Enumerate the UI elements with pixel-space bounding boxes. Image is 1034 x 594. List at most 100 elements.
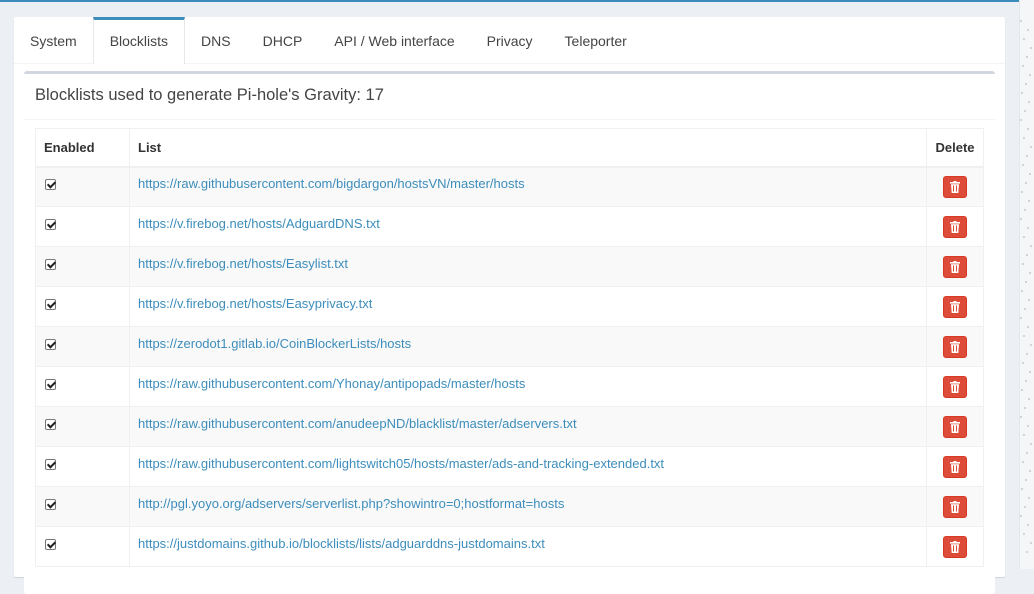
texture-dot (1029, 173, 1031, 175)
cell-enabled (35, 486, 130, 527)
enabled-checkbox[interactable] (45, 459, 56, 471)
enabled-checkbox[interactable] (45, 179, 56, 191)
box-title: Blocklists used to generate Pi-hole's Gr… (35, 86, 384, 104)
trash-icon (950, 300, 960, 313)
texture-dot (1021, 389, 1023, 391)
blocklists-box: Blocklists used to generate Pi-hole's Gr… (24, 71, 995, 594)
table-row: https://v.firebog.net/hosts/Easylist.txt (35, 246, 984, 287)
delete-button[interactable] (943, 535, 967, 558)
tab-blocklists[interactable]: Blocklists (92, 17, 186, 64)
texture-dot (1026, 155, 1028, 157)
texture-dot (1020, 218, 1022, 220)
header-list[interactable]: List (129, 128, 927, 168)
top-accent-line (0, 0, 1034, 2)
texture-dot (1023, 434, 1025, 436)
settings-panel: System Blocklists DNS DHCP API / Web interfa… (14, 17, 1005, 594)
texture-dot (1026, 254, 1028, 256)
blocklist-link[interactable]: https://raw.githubusercontent.com/lights… (138, 456, 664, 471)
table-row: https://raw.githubusercontent.com/anudee… (35, 406, 984, 447)
trash-icon (950, 460, 960, 473)
enabled-checkbox[interactable] (45, 379, 56, 391)
texture-dot (1027, 128, 1029, 130)
delete-button[interactable] (943, 495, 967, 518)
cell-list: https://v.firebog.net/hosts/AdguardDNS.t… (129, 206, 927, 247)
trash-icon (950, 180, 960, 193)
trash-icon (950, 380, 960, 393)
cell-list: https://v.firebog.net/hosts/Easylist.txt (129, 246, 927, 287)
tab-teleporter[interactable]: Teleporter (549, 17, 643, 63)
table-row: https://raw.githubusercontent.com/Yhonay… (35, 366, 984, 407)
enabled-checkbox[interactable] (45, 299, 56, 311)
cell-delete (926, 326, 984, 367)
cell-enabled (35, 286, 130, 327)
blocklist-link[interactable]: https://zerodot1.gitlab.io/CoinBlockerLi… (138, 336, 411, 351)
tab-dns[interactable]: DNS (185, 17, 247, 63)
delete-button[interactable] (943, 375, 967, 398)
tab-system[interactable]: System (14, 17, 93, 63)
texture-dot (1029, 371, 1031, 373)
texture-dot (1023, 38, 1025, 40)
texture-dot (1030, 542, 1032, 544)
cell-delete (926, 406, 984, 447)
texture-dot (1025, 83, 1027, 85)
texture-dot (1026, 452, 1028, 454)
blocklists-table: Enabled List Delete https://raw.githubus… (35, 128, 984, 567)
trash-icon (950, 220, 960, 233)
delete-button[interactable] (943, 335, 967, 358)
texture-dot (1023, 533, 1025, 535)
cell-enabled (35, 526, 130, 567)
texture-dot (1026, 551, 1028, 553)
cell-enabled (35, 326, 130, 367)
texture-dot (1023, 236, 1025, 238)
delete-button[interactable] (943, 175, 967, 198)
cell-delete (926, 486, 984, 527)
blocklist-link[interactable]: https://v.firebog.net/hosts/AdguardDNS.t… (138, 216, 380, 231)
enabled-checkbox[interactable] (45, 339, 56, 351)
delete-button[interactable] (943, 255, 967, 278)
header-delete: Delete (926, 128, 984, 168)
texture-dot (1029, 74, 1031, 76)
header-enabled[interactable]: Enabled (35, 128, 130, 168)
blocklist-link[interactable]: https://justdomains.github.io/blocklists… (138, 536, 545, 551)
tab-api-web-interface[interactable]: API / Web interface (318, 17, 470, 63)
enabled-checkbox[interactable] (45, 499, 56, 511)
texture-dot (1028, 200, 1030, 202)
texture-dot (1020, 515, 1022, 517)
trash-icon (950, 420, 960, 433)
blocklist-link[interactable]: https://raw.githubusercontent.com/anudee… (138, 416, 577, 431)
table-row: https://v.firebog.net/hosts/AdguardDNS.t… (35, 206, 984, 247)
delete-button[interactable] (943, 295, 967, 318)
texture-dot (1021, 488, 1023, 490)
texture-dot (1028, 101, 1030, 103)
cell-list: https://raw.githubusercontent.com/Yhonay… (129, 366, 927, 407)
texture-dot (1025, 182, 1027, 184)
table-row: https://zerodot1.gitlab.io/CoinBlockerLi… (35, 326, 984, 367)
tab-dhcp[interactable]: DHCP (247, 17, 319, 63)
blocklist-link[interactable]: https://raw.githubusercontent.com/bigdar… (138, 176, 525, 191)
blocklist-link[interactable]: https://v.firebog.net/hosts/Easyprivacy.… (138, 296, 372, 311)
enabled-checkbox[interactable] (45, 259, 56, 271)
cell-list: https://zerodot1.gitlab.io/CoinBlockerLi… (129, 326, 927, 367)
blocklist-link[interactable]: http://pgl.yoyo.org/adservers/serverlist… (138, 496, 564, 511)
cell-list: https://v.firebog.net/hosts/Easyprivacy.… (129, 286, 927, 327)
cell-delete (926, 366, 984, 407)
table-row: https://raw.githubusercontent.com/bigdar… (35, 166, 984, 207)
texture-dot (1027, 29, 1029, 31)
table-row: http://pgl.yoyo.org/adservers/serverlist… (35, 486, 984, 527)
texture-dot (1020, 20, 1022, 22)
texture-dot (1022, 65, 1024, 67)
table-row: https://justdomains.github.io/blocklists… (35, 526, 984, 567)
enabled-checkbox[interactable] (45, 419, 56, 431)
texture-dot (1021, 92, 1023, 94)
blocklist-link[interactable]: https://v.firebog.net/hosts/Easylist.txt (138, 256, 348, 271)
blocklist-link[interactable]: https://raw.githubusercontent.com/Yhonay… (138, 376, 525, 391)
texture-dot (1030, 245, 1032, 247)
delete-button[interactable] (943, 215, 967, 238)
delete-button[interactable] (943, 415, 967, 438)
table-header-row: Enabled List Delete (35, 128, 984, 168)
delete-button[interactable] (943, 455, 967, 478)
enabled-checkbox[interactable] (45, 219, 56, 231)
tab-privacy[interactable]: Privacy (471, 17, 549, 63)
cell-delete (926, 206, 984, 247)
enabled-checkbox[interactable] (45, 539, 56, 551)
